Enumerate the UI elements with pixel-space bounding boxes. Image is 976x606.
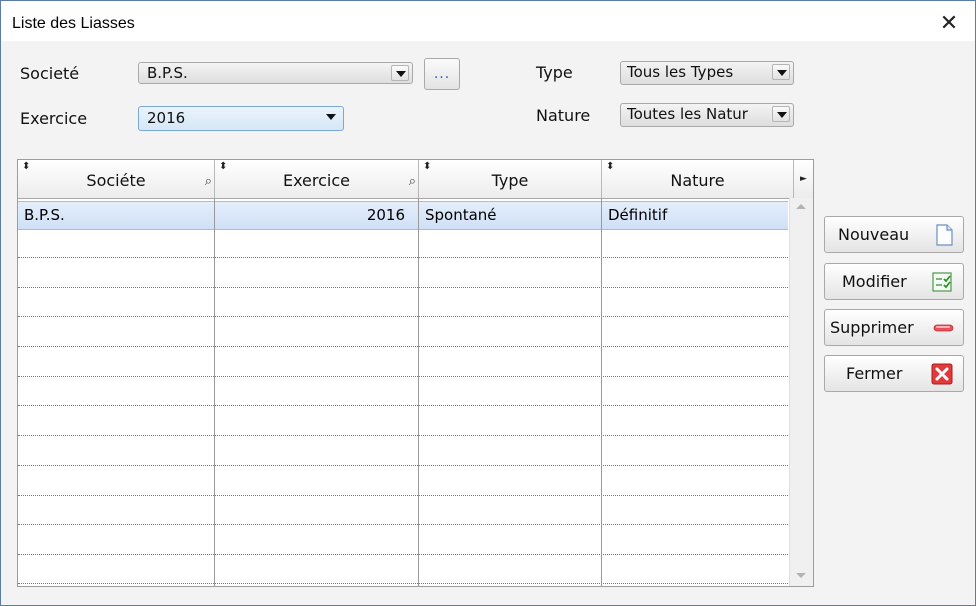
chevron-down-icon[interactable] <box>322 109 340 125</box>
exercice-select[interactable]: 2016 <box>138 106 344 131</box>
close-icon[interactable]: ✕ <box>937 13 961 37</box>
row-divider <box>18 583 788 584</box>
filter-search-icon[interactable]: ⌕ <box>409 174 416 189</box>
row-divider <box>18 554 788 555</box>
row-divider <box>18 465 788 466</box>
sort-icon[interactable]: ⬍ <box>219 162 227 172</box>
liasses-dialog: Liste des Liasses ✕ Societé B.P.S. ... E… <box>0 0 976 606</box>
row-divider <box>18 524 788 525</box>
vertical-scrollbar[interactable] <box>789 198 813 586</box>
column-divider <box>418 198 419 586</box>
scroll-down-icon[interactable] <box>796 573 806 578</box>
row-divider <box>18 495 788 496</box>
nature-label: Nature <box>536 106 591 125</box>
societe-label: Societé <box>20 64 80 83</box>
checklist-icon <box>932 272 952 292</box>
filter-search-icon[interactable]: ⌕ <box>205 174 212 189</box>
nature-select-value: Toutes les Natur <box>627 105 748 123</box>
nouveau-button-label: Nouveau <box>838 225 910 244</box>
sort-icon[interactable]: ⬍ <box>423 162 431 172</box>
supprimer-button[interactable]: Supprimer <box>824 309 964 346</box>
column-header-exercice[interactable]: ⬍ Exercice ⌕ <box>215 160 419 198</box>
table-row[interactable]: B.P.S. 2016 Spontané Définitif <box>18 201 788 230</box>
chevron-down-icon[interactable] <box>772 64 790 80</box>
nouveau-button[interactable]: Nouveau <box>824 216 964 253</box>
sort-icon[interactable]: ⬍ <box>22 162 30 172</box>
nature-select[interactable]: Toutes les Natur <box>620 103 794 127</box>
column-header-label: Nature <box>670 171 725 190</box>
row-divider <box>18 435 788 436</box>
type-label: Type <box>536 63 573 82</box>
column-divider <box>214 198 215 586</box>
column-divider <box>601 198 602 586</box>
column-header-nature[interactable]: ⬍ Nature <box>602 160 794 198</box>
cell-societe: B.P.S. <box>24 206 65 224</box>
societe-select[interactable]: B.P.S. <box>138 62 413 84</box>
exercice-label: Exercice <box>20 109 88 128</box>
title-bar: Liste des Liasses ✕ <box>1 1 975 41</box>
cell-type: Spontané <box>425 206 497 224</box>
row-divider <box>18 376 788 377</box>
column-header-type[interactable]: ⬍ Type <box>419 160 602 198</box>
row-divider <box>18 346 788 347</box>
exercice-select-value: 2016 <box>147 109 186 127</box>
cell-nature: Définitif <box>608 206 668 224</box>
type-select-value: Tous les Types <box>627 63 734 81</box>
type-select[interactable]: Tous les Types <box>620 61 794 85</box>
scroll-right-icon[interactable]: ► <box>794 160 813 198</box>
minus-icon <box>933 324 954 332</box>
column-header-label: Type <box>491 171 529 190</box>
column-header-societe[interactable]: ⬍ Sociéte ⌕ <box>18 160 215 198</box>
fermer-button[interactable]: Fermer <box>824 355 964 392</box>
supprimer-button-label: Supprimer <box>830 318 914 337</box>
sort-icon[interactable]: ⬍ <box>606 162 614 172</box>
modifier-button[interactable]: Modifier <box>824 263 964 300</box>
close-red-icon <box>931 363 953 385</box>
row-divider <box>18 257 788 258</box>
modifier-button-label: Modifier <box>842 272 907 291</box>
row-divider <box>18 405 788 406</box>
window-title: Liste des Liasses <box>12 15 135 32</box>
cell-exercice: 2016 <box>366 206 405 224</box>
row-divider <box>18 287 788 288</box>
scroll-up-icon[interactable] <box>796 204 806 209</box>
fermer-button-label: Fermer <box>846 364 903 383</box>
chevron-down-icon[interactable] <box>391 65 409 81</box>
grid-header: ⬍ Sociéte ⌕ ⬍ Exercice ⌕ ⬍ Type ⬍ Nature… <box>18 160 813 199</box>
column-header-label: Sociéte <box>86 171 146 190</box>
societe-select-value: B.P.S. <box>147 64 188 82</box>
browse-societe-button[interactable]: ... <box>424 58 460 90</box>
column-header-label: Exercice <box>282 171 351 190</box>
document-icon <box>936 224 953 246</box>
chevron-down-icon[interactable] <box>772 106 790 122</box>
liasses-grid: ⬍ Sociéte ⌕ ⬍ Exercice ⌕ ⬍ Type ⬍ Nature… <box>17 159 814 587</box>
row-divider <box>18 316 788 317</box>
